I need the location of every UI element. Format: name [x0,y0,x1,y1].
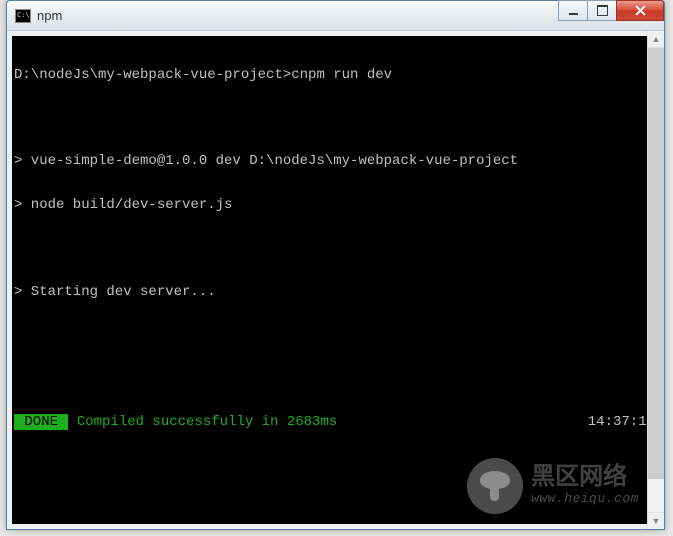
console-window: C:\ npm D:\nodeJs\my-webpack-vue-project… [6,0,665,530]
watermark-cn-text: 黑区网络 [531,466,639,492]
scroll-thumb[interactable] [648,48,664,479]
terminal-area[interactable]: D:\nodeJs\my-webpack-vue-project>cnpm ru… [7,31,664,529]
terminal-output: D:\nodeJs\my-webpack-vue-project>cnpm ru… [12,43,659,529]
scroll-up-arrow-icon[interactable]: ▲ [648,31,664,48]
window-controls [559,0,664,22]
maximize-button[interactable] [587,0,617,21]
close-icon [635,5,646,16]
output-line: > vue-simple-demo@1.0.0 dev D:\nodeJs\my… [14,151,657,173]
command-text: cnpm run dev [291,67,392,83]
done-badge: DONE [14,414,68,430]
compile-success-text: Compiled successfully in 2683ms [68,414,337,430]
minimize-button[interactable] [558,0,588,21]
vertical-scrollbar[interactable]: ▲ ▼ [647,31,664,529]
close-button[interactable] [616,0,664,21]
prompt: D:\nodeJs\my-webpack-vue-project> [14,67,291,83]
timestamp: 14:37:14 [588,412,655,434]
watermark: 黑区网络 www.heiqu.com [467,458,639,514]
output-line: > node build/dev-server.js [14,195,657,217]
cmd-icon: C:\ [15,9,31,23]
titlebar[interactable]: C:\ npm [7,1,664,31]
window-title: npm [37,8,62,23]
output-line: > Starting dev server... [14,282,657,304]
watermark-logo-icon [467,458,523,514]
scroll-down-arrow-icon[interactable]: ▼ [648,512,664,529]
watermark-url-text: www.heiqu.com [531,492,639,506]
